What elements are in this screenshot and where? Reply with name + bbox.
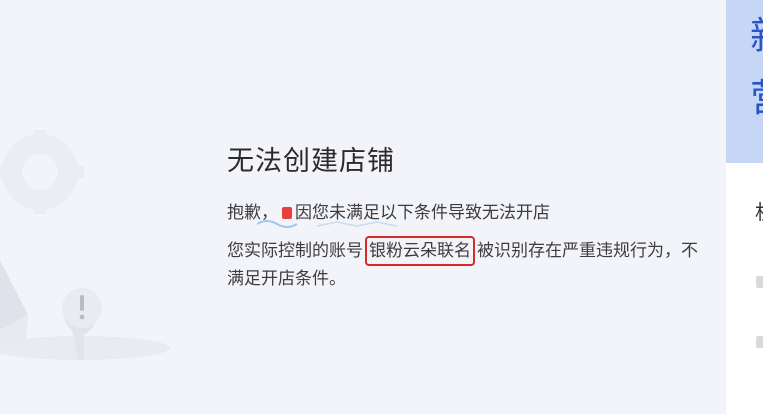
error-detail: 您实际控制的账号 银粉云朵联名 被识别存在严重违规行为，不满足开店条件。 <box>227 236 702 292</box>
page: 无法创建店铺 抱歉， 因您未满足以下条件导致无法开店 您实际控制的账号 银粉云朵联名… <box>0 0 763 414</box>
side-heading-char-2: 营 <box>750 76 763 120</box>
error-panel: 无法创建店铺 抱歉， 因您未满足以下条件导致无法开店 您实际控制的账号 银粉云朵联名… <box>0 0 726 414</box>
side-checkbox[interactable] <box>756 336 763 348</box>
side-text: 机 <box>755 196 763 225</box>
detail-before: 您实际控制的账号 <box>227 241 363 261</box>
watermark <box>257 220 398 228</box>
warning-illustration <box>0 130 170 360</box>
error-content: 无法创建店铺 抱歉， 因您未满足以下条件导致无法开店 您实际控制的账号 银粉云朵联名… <box>227 142 707 292</box>
page-title: 无法创建店铺 <box>227 146 395 177</box>
error-reason: 抱歉， 因您未满足以下条件导致无法开店 <box>227 200 707 228</box>
side-checkbox[interactable] <box>756 276 763 288</box>
gear-icon <box>0 130 84 214</box>
account-name-highlight: 银粉云朵联名 <box>365 236 475 266</box>
side-banner: 新 营 <box>726 0 763 163</box>
side-panel: 新 营 机 <box>726 0 763 414</box>
side-heading-char-1: 新 <box>750 14 763 58</box>
